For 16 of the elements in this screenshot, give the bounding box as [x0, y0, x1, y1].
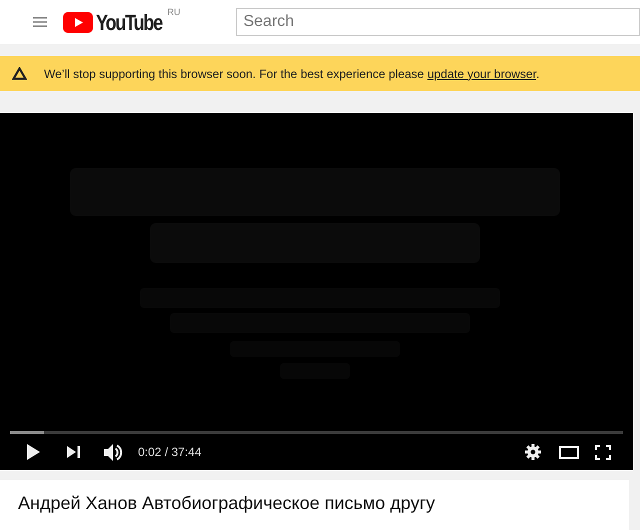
search-field[interactable]: Search [236, 8, 640, 36]
update-link[interactable]: update your browser [427, 66, 536, 80]
play-icon[interactable] [27, 444, 40, 460]
time-display: 0:02 / 37:44 [138, 444, 202, 461]
warning-message: We’ll stop supporting this browser soon. For the best experience please update your browser. [44, 66, 540, 82]
fullscreen-icon[interactable] [595, 444, 611, 460]
menu-icon[interactable] [33, 17, 47, 27]
progress-bar[interactable] [10, 431, 623, 434]
video-title: Андрей Ханов Автобиографическое письмо другу [18, 492, 436, 515]
warning-icon [12, 67, 27, 80]
volume-icon[interactable] [104, 444, 123, 460]
theater-mode-icon[interactable] [559, 446, 579, 458]
settings-icon[interactable] [525, 444, 541, 460]
next-icon[interactable] [67, 446, 80, 458]
play-logo-icon [63, 12, 93, 32]
logo[interactable]: YouTube RU [63, 7, 180, 37]
